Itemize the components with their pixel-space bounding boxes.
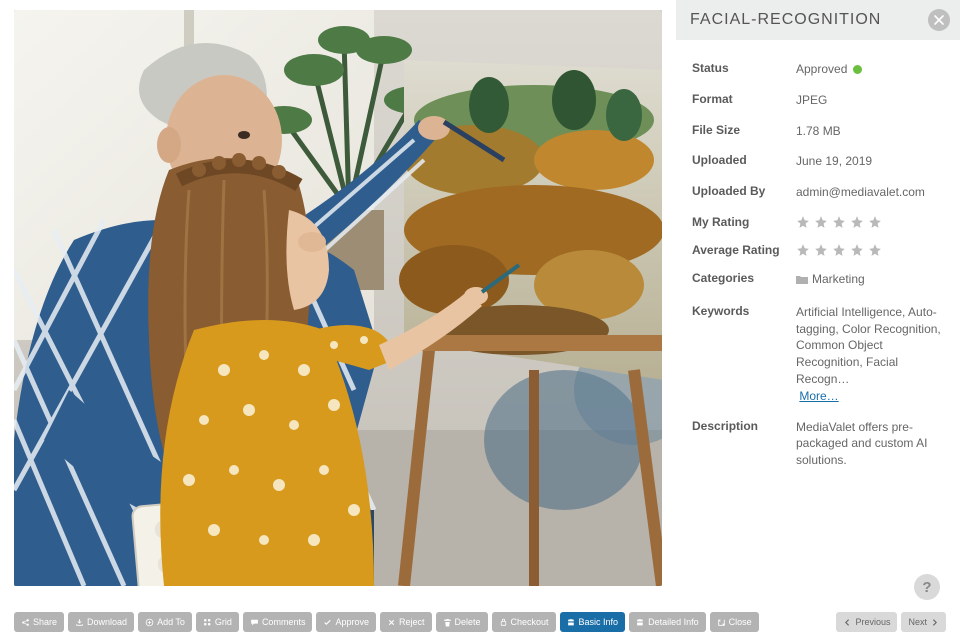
delete-button[interactable]: Delete [436,612,488,632]
action-toolbar: Share Download Add To Grid Comments Appr… [14,612,759,632]
approve-button[interactable]: Approve [316,612,376,632]
close-icon [934,15,944,25]
status-value: Approved [796,61,944,78]
star-icon [868,215,882,229]
categories-value: Marketing [796,271,944,290]
star-icon [832,215,846,229]
grid-button[interactable]: Grid [196,612,239,632]
reject-label: Reject [399,617,425,627]
delete-label: Delete [455,617,481,627]
status-label: Status [692,61,796,75]
uploadedby-label: Uploaded By [692,184,796,198]
status-dot-icon [853,65,862,74]
prev-label: Previous [855,617,890,627]
star-icon [796,215,810,229]
preview-area: Share Download Add To Grid Comments Appr… [0,0,676,640]
star-icon [850,215,864,229]
keywords-value: Artificial Intelligence, Auto-tagging, C… [796,304,944,405]
approve-label: Approve [335,617,369,627]
folder-icon [796,273,808,290]
description-value: MediaValet offers pre-packaged and custo… [796,419,944,469]
panel-title: FACIAL-RECOGNITION [690,11,881,29]
uploaded-label: Uploaded [692,153,796,167]
asset-preview-image[interactable] [14,10,662,586]
addto-button[interactable]: Add To [138,612,192,632]
uploaded-value: June 19, 2019 [796,153,944,170]
panel-close-button[interactable] [928,9,950,31]
star-icon [832,243,846,257]
share-label: Share [33,617,57,627]
help-button[interactable]: ? [914,574,940,600]
download-button[interactable]: Download [68,612,134,632]
panel-body: StatusApproved FormatJPEG File Size1.78 … [676,40,960,490]
checkout-button[interactable]: Checkout [492,612,556,632]
filesize-label: File Size [692,123,796,137]
reject-button[interactable]: Reject [380,612,432,632]
next-button[interactable]: Next [901,612,946,632]
addto-label: Add To [157,617,185,627]
filesize-value: 1.78 MB [796,123,944,140]
star-icon [814,243,828,257]
uploadedby-value: admin@mediavalet.com [796,184,944,201]
share-button[interactable]: Share [14,612,64,632]
nav-buttons: Previous Next [836,612,946,632]
grid-label: Grid [215,617,232,627]
checkout-label: Checkout [511,617,549,627]
myrating-label: My Rating [692,215,796,229]
star-icon [850,243,864,257]
detailed-info-button[interactable]: Detailed Info [629,612,706,632]
star-icon [868,243,882,257]
previous-button[interactable]: Previous [836,612,897,632]
my-rating-stars[interactable] [796,215,944,229]
star-icon [814,215,828,229]
keywords-more-link[interactable]: More… [799,389,838,403]
format-value: JPEG [796,92,944,109]
star-icon [796,243,810,257]
categories-label: Categories [692,271,796,285]
download-label: Download [87,617,127,627]
avg-rating-stars [796,243,944,257]
basic-label: Basic Info [579,617,619,627]
comments-button[interactable]: Comments [243,612,313,632]
description-label: Description [692,419,796,433]
avgrating-label: Average Rating [692,243,796,257]
details-panel: FACIAL-RECOGNITION StatusApproved Format… [676,0,960,640]
keywords-label: Keywords [692,304,796,318]
close-label: Close [729,617,752,627]
format-label: Format [692,92,796,106]
detailed-label: Detailed Info [648,617,699,627]
basic-info-button[interactable]: Basic Info [560,612,626,632]
close-button[interactable]: Close [710,612,759,632]
comments-label: Comments [262,617,306,627]
next-label: Next [908,617,927,627]
panel-header: FACIAL-RECOGNITION [676,0,960,40]
